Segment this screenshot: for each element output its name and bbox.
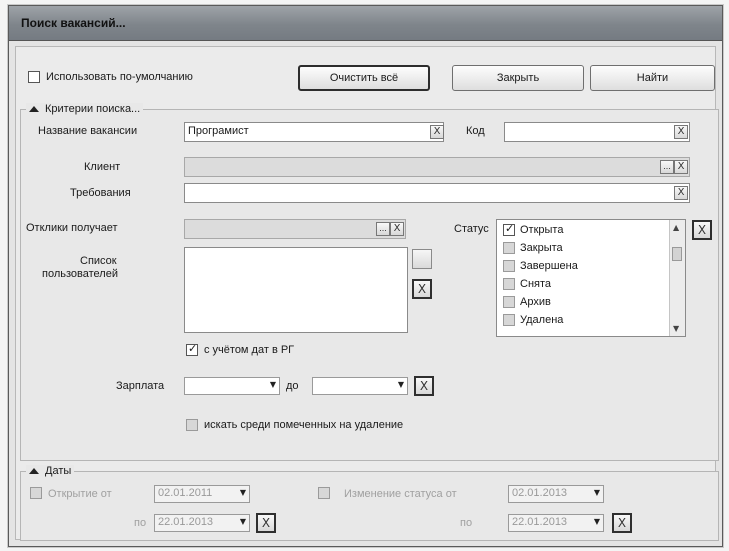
status-checkbox[interactable] [503, 278, 515, 290]
vacancy-name-label: Название вакансии [38, 125, 138, 137]
window-title: Поиск вакансий... [21, 16, 126, 30]
status-change-from-value: 02.01.2013 [512, 487, 568, 499]
remove-user-icon[interactable]: X [412, 279, 432, 299]
code-label: Код [466, 125, 485, 137]
clear-client-icon[interactable]: X [674, 160, 688, 174]
status-item[interactable]: Архив [503, 296, 551, 308]
consider-dates-label: с учётом дат в РГ [204, 344, 295, 356]
status-item-label: Закрыта [520, 242, 563, 254]
clear-recipient-icon[interactable]: X [390, 222, 404, 236]
find-button[interactable]: Найти [590, 65, 715, 91]
clear-opening-date-icon[interactable]: X [256, 513, 276, 533]
requirements-label: Требования [70, 187, 131, 199]
status-checkbox[interactable] [503, 260, 515, 272]
dropdown-icon[interactable]: ▼ [270, 380, 276, 389]
status-item[interactable]: Открыта [503, 222, 564, 236]
dropdown-icon[interactable]: ▼ [398, 380, 404, 389]
add-user-button[interactable] [412, 249, 432, 269]
requirements-input[interactable] [184, 183, 690, 203]
status-item-label: Удалена [520, 314, 564, 326]
criteria-header-label: Критерии поиска... [45, 103, 141, 115]
status-checkbox[interactable] [503, 314, 515, 326]
status-item[interactable]: Закрыта [503, 242, 563, 254]
clear-status-icon[interactable]: X [692, 220, 712, 240]
scroll-down-icon[interactable]: ▼ [673, 324, 679, 333]
status-change-to-value: 22.01.2013 [512, 516, 568, 528]
consider-dates-checkbox[interactable] [186, 342, 198, 356]
code-input[interactable] [504, 122, 690, 142]
scroll-up-icon[interactable]: ▲ [673, 223, 679, 232]
dropdown-icon[interactable]: ▼ [594, 517, 600, 526]
clear-salary-icon[interactable]: X [414, 376, 434, 396]
status-item-label: Снята [520, 278, 552, 290]
status-scrollbar[interactable]: ▲ ▼ [669, 220, 685, 336]
salary-to-select[interactable]: ▼ [312, 377, 408, 395]
users-list[interactable] [184, 247, 408, 333]
opening-from-label: Открытие от [48, 488, 112, 500]
status-change-from-date[interactable]: 02.01.2013 ▼ [508, 485, 604, 503]
status-checkbox[interactable] [503, 296, 515, 308]
clear-code-icon[interactable]: X [674, 125, 688, 139]
users-list-label-2: пользователей [42, 268, 118, 280]
status-change-to-date[interactable]: 22.01.2013 ▼ [508, 514, 604, 532]
criteria-header[interactable]: Критерии поиска... [26, 103, 144, 115]
scroll-thumb[interactable] [672, 247, 682, 261]
recipient-label: Отклики получает [26, 222, 118, 234]
status-item-label: Завершена [520, 260, 578, 272]
client-label: Клиент [84, 161, 121, 173]
dropdown-icon[interactable]: ▼ [240, 488, 246, 497]
collapse-icon[interactable] [29, 106, 39, 112]
clear-vacancy-name-icon[interactable]: X [430, 125, 444, 139]
users-list-label-1: Список [80, 255, 117, 267]
client-browse-icon[interactable]: ... [660, 160, 674, 174]
status-item[interactable]: Удалена [503, 314, 563, 326]
status-item-label: Архив [520, 296, 551, 308]
opening-to-value: 22.01.2013 [158, 516, 214, 528]
search-deleted-checkbox[interactable] [186, 419, 198, 431]
title-bar[interactable]: Поиск вакансий... [9, 6, 722, 41]
opening-from-value: 02.01.2011 [158, 487, 213, 499]
status-item[interactable]: Снята [503, 278, 551, 290]
search-vacancies-window: Поиск вакансий... Использовать по-умолча… [8, 5, 723, 547]
salary-label: Зарплата [116, 380, 165, 392]
client-input[interactable] [184, 157, 690, 177]
clear-all-button[interactable]: Очистить всё [298, 65, 430, 91]
status-list[interactable]: Открыта Закрыта Завершена Снята Архив Уд… [496, 219, 686, 337]
salary-from-select[interactable]: ▼ [184, 377, 280, 395]
opening-to-label: по [134, 517, 147, 529]
clear-requirements-icon[interactable]: X [674, 186, 688, 200]
status-checkbox[interactable] [503, 222, 515, 236]
clear-status-change-icon[interactable]: X [612, 513, 632, 533]
status-item-label: Открыта [520, 224, 564, 236]
dropdown-icon[interactable]: ▼ [240, 517, 246, 526]
vacancy-name-input[interactable]: Програмист [184, 122, 444, 142]
opening-from-date[interactable]: 02.01.2011 ▼ [154, 485, 250, 503]
use-default-label: Использовать по-умолчанию [46, 71, 193, 83]
dialog-body: Использовать по-умолчанию Очистить всё З… [15, 46, 719, 541]
recipient-browse-icon[interactable]: ... [376, 222, 390, 236]
opening-to-date[interactable]: 22.01.2013 ▼ [154, 514, 250, 532]
dates-header[interactable]: Даты [26, 465, 75, 477]
opening-date-checkbox[interactable] [30, 487, 42, 499]
status-change-checkbox[interactable] [318, 487, 330, 499]
search-deleted-label: искать среди помеченных на удаление [204, 419, 404, 431]
status-change-from-label: Изменение статуса от [344, 488, 457, 500]
dates-header-label: Даты [45, 465, 72, 477]
dropdown-icon[interactable]: ▼ [594, 488, 600, 497]
status-item[interactable]: Завершена [503, 260, 578, 272]
use-default-checkbox[interactable] [28, 71, 40, 83]
close-button[interactable]: Закрыть [452, 65, 584, 91]
collapse-icon[interactable] [29, 468, 39, 474]
status-checkbox[interactable] [503, 242, 515, 254]
recipient-input[interactable] [184, 219, 406, 239]
status-change-to-label: по [460, 517, 473, 529]
salary-to-label: до [286, 380, 299, 392]
status-label: Статус [454, 223, 489, 235]
